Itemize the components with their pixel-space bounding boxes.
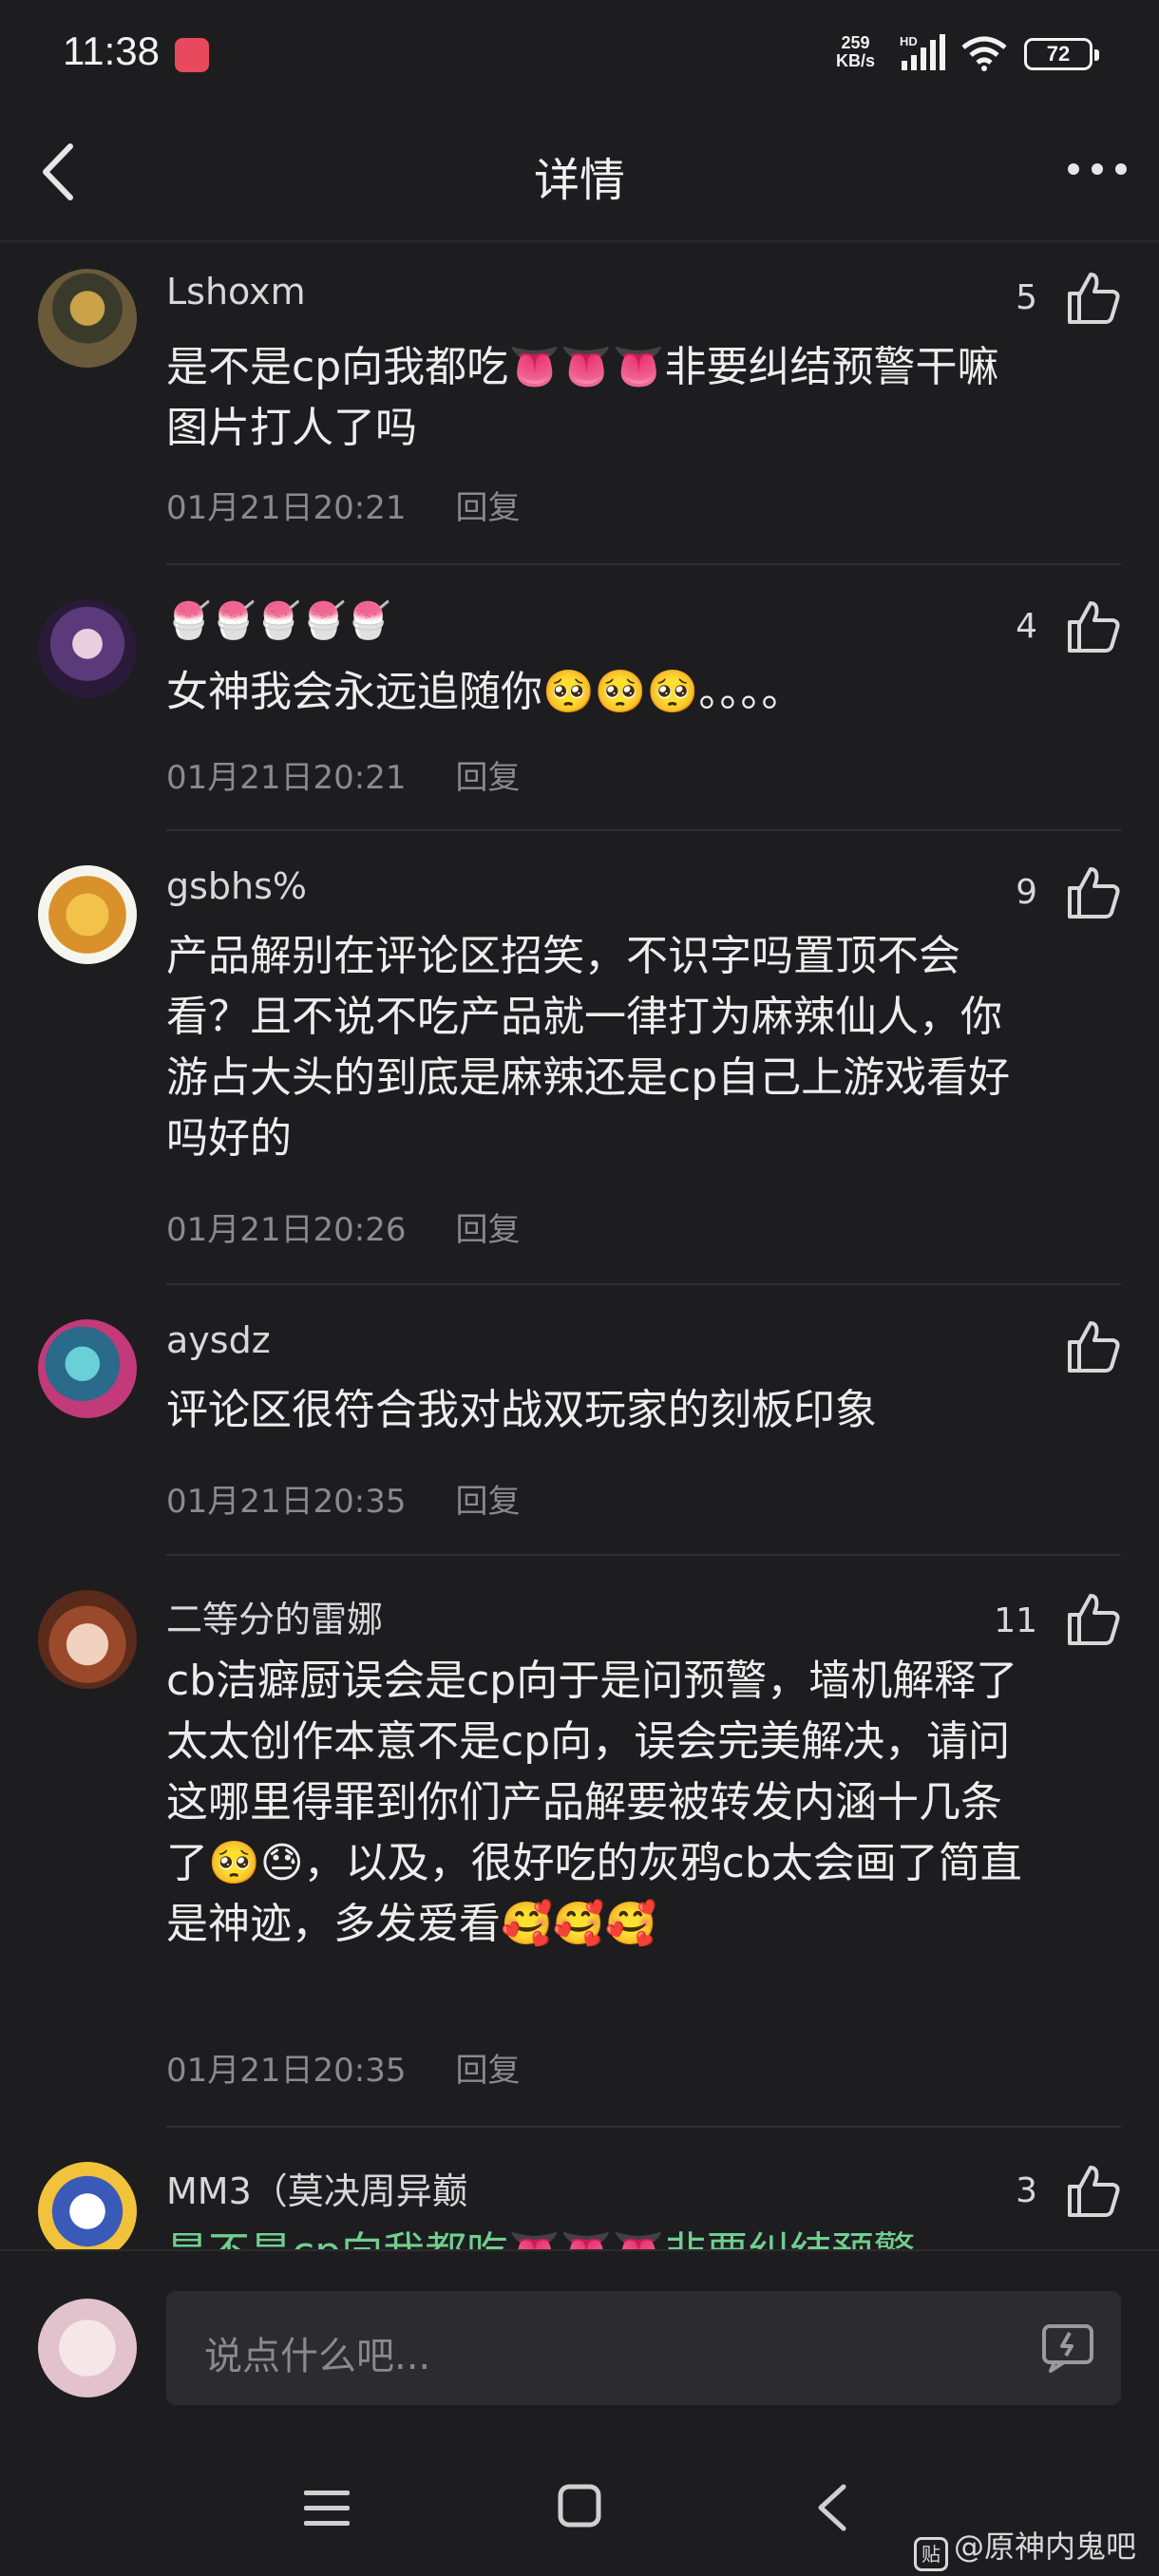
like-count: 4 <box>1016 607 1037 646</box>
reply-button[interactable]: 回复 <box>456 489 521 527</box>
thumbs-up-icon[interactable] <box>1064 1317 1121 1374</box>
avatar[interactable] <box>38 599 137 698</box>
signal-icon: HD <box>900 34 945 70</box>
reply-button[interactable]: 回复 <box>456 1211 521 1249</box>
comment-item: MM3（莫决周异巅 3 是不是cp向我都吃👅👅👅非要纠结预警 <box>0 2128 1159 2249</box>
comment-username[interactable]: gsbhs% <box>166 865 307 907</box>
battery-icon: 72 <box>1024 38 1099 70</box>
comment-time: 01月21日20:21 <box>166 489 407 527</box>
menu-icon[interactable] <box>302 2485 352 2532</box>
user-avatar[interactable] <box>38 2299 137 2397</box>
net-speed-value: 259 <box>841 33 870 52</box>
comment-content: 评论区很符合我对战双玩家的刻板印象 <box>166 1386 877 1434</box>
thumbs-up-icon[interactable] <box>1064 1590 1121 1647</box>
avatar[interactable] <box>38 269 137 368</box>
more-dots-icon[interactable] <box>1064 150 1130 188</box>
comment-time: 01月21日20:26 <box>166 1211 407 1249</box>
thumbs-up-icon[interactable] <box>1064 269 1121 326</box>
watermark-badge: 贴 <box>914 2537 948 2571</box>
wifi-icon <box>961 36 1007 71</box>
like-count: 3 <box>1016 2171 1037 2210</box>
avatar[interactable] <box>38 2162 137 2249</box>
comment-item: 二等分的雷娜 11 cb洁癖厨误会是cp向于是问预警，墙机解释了太太创作本意不是… <box>0 1556 1159 2128</box>
battery-level: 72 <box>1046 42 1071 66</box>
thumbs-up-icon[interactable] <box>1064 2162 1121 2219</box>
home-icon[interactable] <box>555 2481 604 2530</box>
like-count: 11 <box>994 1601 1037 1640</box>
app-icon <box>175 38 209 72</box>
comment-meta: 01月21日20:21 回复 <box>166 482 521 528</box>
comment-content: 是不是cp向我都吃👅👅👅非要纠结预警 <box>166 2223 1040 2249</box>
page-title: 详情 <box>533 154 625 207</box>
thumbs-up-icon[interactable] <box>1064 597 1121 654</box>
comment-time: 01月21日20:35 <box>166 1483 407 1521</box>
watermark-text: @原神内鬼吧 <box>954 2529 1137 2565</box>
comment-username[interactable]: MM3（莫决周异巅 <box>166 2162 468 2214</box>
thumbs-up-icon[interactable] <box>1064 863 1121 920</box>
comment-item: 🍧🍧🍧🍧🍧 4 女神我会永远追随你🥺🥺🥺。。。。 01月21日20:21 回复 <box>0 565 1159 831</box>
avatar[interactable] <box>38 1590 137 1689</box>
comment-meta: 01月21日20:35 回复 <box>166 2044 521 2091</box>
comment-content: 女神我会永远追随你🥺🥺🥺。。。。 <box>166 668 804 716</box>
like-count: 9 <box>1016 873 1037 912</box>
comment-content: cb洁癖厨误会是cp向于是问预警，墙机解释了太太创作本意不是cp向，误会完美解决… <box>166 1657 1022 1948</box>
comment-meta: 01月21日20:26 回复 <box>166 1203 521 1250</box>
status-bar: 11:38 259 KB/s HD 72 <box>0 0 1159 104</box>
comment-time: 01月21日20:35 <box>166 2052 407 2090</box>
net-speed: 259 KB/s <box>836 34 875 70</box>
comment-item: aysdz 评论区很符合我对战双玩家的刻板印象 01月21日20:35 回复 <box>0 1285 1159 1556</box>
avatar[interactable] <box>38 865 137 964</box>
comment-time: 01月21日20:21 <box>166 759 407 797</box>
comment-username[interactable]: Lshoxm <box>166 271 306 313</box>
status-time: 11:38 <box>63 28 160 73</box>
comment-content: 产品解别在评论区招笑，不识字吗置顶不会看？且不说不吃产品就一律打为麻辣仙人，你游… <box>166 932 1011 1163</box>
avatar[interactable] <box>38 1319 137 1418</box>
reply-button[interactable]: 回复 <box>456 1483 521 1521</box>
reply-button[interactable]: 回复 <box>456 2052 521 2090</box>
reply-button[interactable]: 回复 <box>456 759 521 797</box>
back-icon[interactable] <box>809 2481 859 2534</box>
comment-item: gsbhs% 9 产品解别在评论区招笑，不识字吗置顶不会看？且不说不吃产品就一律… <box>0 831 1159 1285</box>
comment-input-bar: 说点什么吧... <box>0 2249 1159 2439</box>
emoji-pad-icon[interactable] <box>1041 2323 1094 2373</box>
comment-username[interactable]: 🍧🍧🍧🍧🍧 <box>166 599 391 642</box>
like-count: 5 <box>1016 278 1037 317</box>
comment-content: 是不是cp向我都吃👅👅👅非要纠结预警干嘛图片打人了吗 <box>166 343 999 452</box>
net-speed-unit: KB/s <box>836 51 876 70</box>
comment-input[interactable]: 说点什么吧... <box>166 2291 1121 2405</box>
system-navigation: 贴 @原神内鬼吧 <box>0 2439 1159 2576</box>
comment-meta: 01月21日20:35 回复 <box>166 1475 521 1522</box>
nav-header: 详情 <box>0 104 1159 242</box>
watermark: 贴 @原神内鬼吧 <box>914 2523 1136 2571</box>
network-label: HD <box>900 34 918 48</box>
comment-item: Lshoxm 5 是不是cp向我都吃👅👅👅非要纠结预警干嘛图片打人了吗 01月2… <box>0 242 1159 565</box>
comment-meta: 01月21日20:21 回复 <box>166 751 521 798</box>
comment-username[interactable]: 二等分的雷娜 <box>166 1590 383 1642</box>
input-placeholder: 说点什么吧... <box>204 2335 431 2378</box>
comment-username[interactable]: aysdz <box>166 1319 271 1361</box>
